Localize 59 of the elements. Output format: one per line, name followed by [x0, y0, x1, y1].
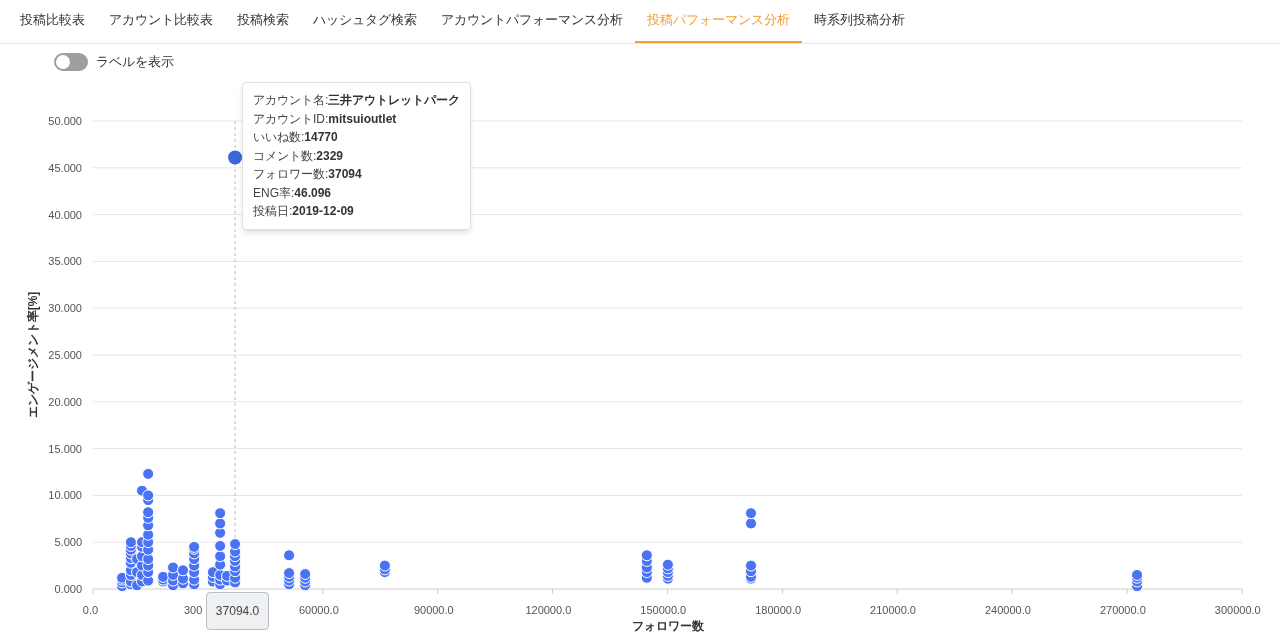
x-tick-label: 150000.0	[640, 604, 687, 616]
tooltip-line: アカウント名:三井アウトレットパーク	[253, 92, 461, 109]
tooltip-line: ENG率:46.096	[253, 184, 333, 202]
tab[interactable]: アカウント比較表	[97, 0, 225, 43]
data-point	[214, 526, 227, 539]
tab[interactable]: アカウントパフォーマンス分析	[429, 0, 635, 43]
x-tick-label: 240000.0	[985, 604, 1031, 616]
tab[interactable]: 時系列投稿分析	[802, 0, 917, 43]
x-tick-label: 120000.0	[525, 604, 572, 616]
y-tick-label: 5.000	[54, 536, 82, 549]
tab[interactable]: 投稿検索	[225, 0, 301, 43]
x-tick-label: 180000.0	[755, 604, 802, 616]
data-point	[378, 559, 391, 572]
toggle-label: ラベルを表示	[96, 53, 174, 72]
y-axis-title: エンゲージメント率[%]	[26, 291, 40, 419]
x-tick-label: 0.0	[82, 604, 99, 616]
y-tick-label: 0.000	[54, 583, 82, 595]
y-tick-label: 25.000	[48, 349, 82, 361]
y-tick-label: 45.000	[48, 161, 82, 174]
tooltip-line: フォロワー数:37094	[253, 166, 363, 183]
data-point	[214, 517, 227, 530]
data-point	[142, 506, 155, 519]
x-tick-label: 300	[184, 604, 203, 616]
x-axis-title: フォロワー数	[631, 619, 704, 633]
x-tick-label: 90000.0	[413, 604, 454, 616]
data-point	[177, 564, 189, 577]
tooltip-line: いいね数:14770	[253, 129, 339, 146]
data-point	[229, 538, 242, 551]
data-point	[745, 517, 757, 530]
y-tick-label: 10.000	[48, 489, 82, 502]
hover-x-label: 37094.0	[206, 592, 270, 630]
data-point	[214, 539, 227, 552]
x-tick-label: 300000.0	[1214, 604, 1261, 616]
tooltip-line: アカウントID:mitsuioutlet	[253, 110, 398, 128]
data-point	[640, 549, 653, 562]
data-point	[745, 507, 757, 520]
x-tick-label: 210000.0	[870, 604, 916, 616]
data-point	[661, 558, 674, 571]
y-tick-label: 20.000	[48, 395, 82, 408]
x-tick-label: 60000.0	[299, 604, 339, 616]
x-tick-label: 270000.0	[1099, 604, 1146, 616]
tab[interactable]: 投稿比較表	[8, 0, 97, 43]
toggle-switch[interactable]	[54, 53, 88, 71]
data-point	[283, 549, 296, 562]
tab[interactable]: ハッシュタグ検索	[301, 0, 429, 43]
y-tick-label: 40.000	[48, 208, 82, 221]
data-point	[214, 550, 227, 563]
data-point	[214, 507, 227, 520]
data-point	[167, 561, 180, 574]
y-tick-label: 50.000	[48, 115, 82, 127]
tooltip-line: コメント数:2329	[253, 147, 345, 165]
highlighted-point	[228, 150, 243, 165]
y-tick-label: 15.000	[48, 442, 82, 455]
data-point	[142, 528, 155, 541]
tooltip-line: 投稿日:2019-12-09	[253, 203, 355, 220]
y-tick-label: 35.000	[48, 255, 82, 268]
y-tick-label: 30.000	[48, 302, 82, 315]
data-point	[299, 568, 312, 580]
data-point	[142, 467, 155, 480]
